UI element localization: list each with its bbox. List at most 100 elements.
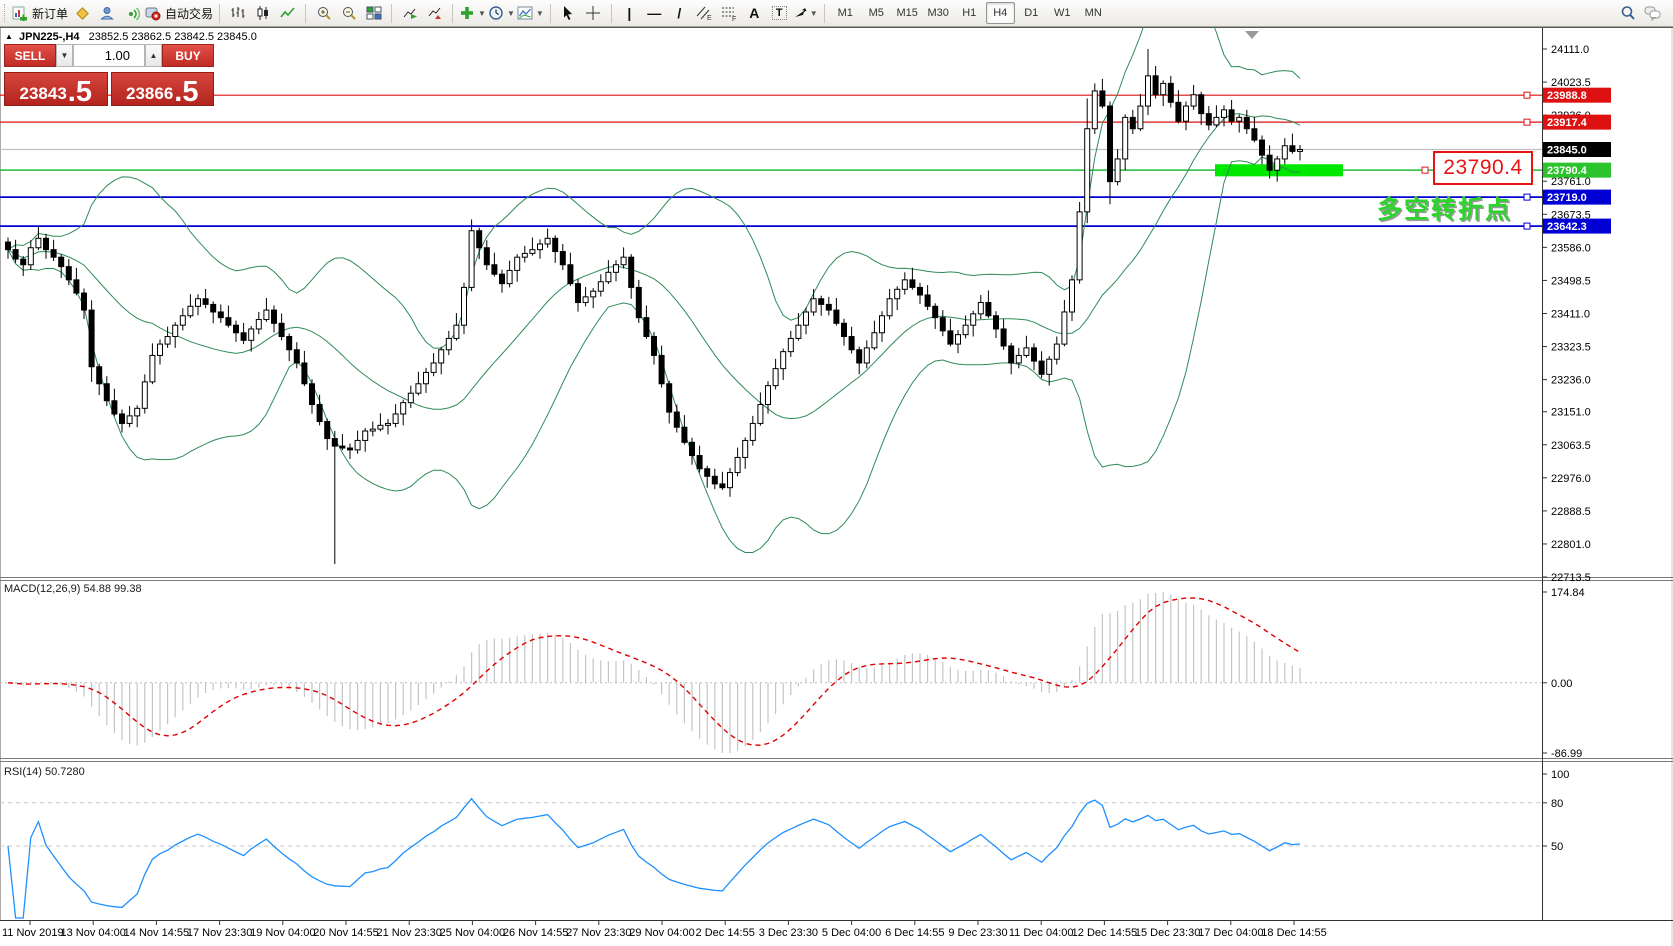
buy-price-display[interactable]: 23866 .5 [111,72,215,106]
price-badge-label: 23790.4 [1547,165,1588,177]
candlestick-chart-button[interactable] [251,2,274,24]
candle [1176,102,1181,121]
candlestick-icon [255,5,271,21]
candle [89,310,94,367]
buy-price-frac: .5 [174,81,198,104]
line-chart-button[interactable] [276,2,299,24]
sell-price-main: 23843 [20,85,67,104]
clock-icon [488,5,504,21]
svg-text:F: F [732,16,736,21]
chart-title-overlay: ▲ JPN225-,H4 23852.5 23862.5 23842.5 238… [5,31,257,43]
time-axis-label: 18 Dec 14:55 [1261,927,1326,939]
turning-point-annotation[interactable]: 多空转折点 [1377,190,1512,226]
templates-button[interactable]: ▼ [517,2,544,24]
timeframe-mn[interactable]: MN [1079,2,1108,24]
candle [218,312,223,318]
timeframe-m15[interactable]: M15 [893,2,922,24]
vertical-line-button[interactable]: | [618,2,641,24]
toolbar-separator [550,4,551,23]
candle [720,484,725,488]
candle [766,386,771,405]
auto-scroll-button[interactable] [398,2,421,24]
timeframe-m1[interactable]: M1 [831,2,860,24]
candle [1009,346,1014,363]
horizontal-line-button[interactable]: — [643,2,666,24]
annotation-anchor[interactable] [1422,167,1428,173]
signals-button[interactable] [120,2,143,24]
timeframe-m5[interactable]: M5 [862,2,891,24]
indicators-button[interactable]: ▼ [459,2,486,24]
candle [142,382,147,408]
line-anchor[interactable] [1524,92,1530,98]
price-badge-label: 23642.3 [1547,221,1587,233]
search-icon [1620,5,1636,21]
time-axis-label: 13 Nov 04:00 [60,927,125,939]
fibonacci-button[interactable]: F [718,2,741,24]
candle [446,338,451,349]
new-order-button[interactable]: 新订单 [12,2,68,24]
rsi-axis-label: 50 [1551,841,1563,853]
candle [36,238,41,247]
candle [530,250,535,254]
autotrading-button[interactable]: 自动交易 [145,2,213,24]
timeframe-d1[interactable]: D1 [1017,2,1046,24]
candle [226,318,231,326]
time-axis-label: 27 Nov 23:30 [566,927,631,939]
volume-decrease-button[interactable]: ▼ [56,44,73,67]
candle [1168,83,1173,102]
symbol-period-label: JPN225-,H4 [19,31,80,43]
candle [1054,344,1059,359]
candle [6,242,11,250]
crosshair-button[interactable] [582,2,605,24]
timeframe-h4[interactable]: H4 [986,2,1015,24]
dropdown-caret-icon: ▼ [810,9,818,18]
main-toolbar: 新订单 自动交易 [0,0,1673,27]
community-button[interactable] [95,2,118,24]
sell-button[interactable]: SELL [4,44,56,67]
candle [241,333,246,341]
sell-price-display[interactable]: 23843 .5 [4,72,108,106]
text-button[interactable]: A [743,2,766,24]
timeframe-h1[interactable]: H1 [955,2,984,24]
candle [173,325,178,336]
periods-button[interactable]: ▼ [488,2,515,24]
candle [21,259,26,265]
zoom-out-button[interactable] [337,2,360,24]
time-axis-label: 15 Dec 23:30 [1135,927,1200,939]
tile-windows-button[interactable] [362,2,385,24]
chart-surface[interactable]: 174.840.00-86.99100805024111.024023.5239… [0,0,1673,946]
timeframe-m30[interactable]: M30 [924,2,953,24]
profile-button[interactable] [70,2,93,24]
volume-input[interactable]: 1.00 [73,44,145,67]
bar-chart-button[interactable] [226,2,249,24]
candle [667,384,672,412]
text-label-button[interactable]: T [768,2,791,24]
search-button[interactable] [1616,2,1639,24]
candle [522,253,527,257]
candle [743,440,748,457]
line-anchor[interactable] [1524,194,1530,200]
cursor-button[interactable] [557,2,580,24]
collapse-triangle-icon[interactable]: ▲ [5,32,13,41]
price-annotation-box[interactable]: 23790.4 [1433,151,1533,185]
candle [1032,348,1037,361]
trendline-button[interactable]: / [668,2,691,24]
candle [104,384,109,401]
chart-shift-button[interactable] [423,2,446,24]
chat-button[interactable] [1641,2,1664,24]
line-anchor[interactable] [1524,119,1530,125]
candle [705,469,710,477]
toolbar-separator [219,4,220,23]
zoom-in-button[interactable] [312,2,335,24]
toolbar-separator [305,4,306,23]
line-anchor[interactable] [1524,223,1530,229]
candle [378,425,383,429]
candle [135,408,140,416]
timeframe-w1[interactable]: W1 [1048,2,1077,24]
arrows-button[interactable]: ▼ [793,2,818,24]
channel-button[interactable]: E [693,2,716,24]
buy-button[interactable]: BUY [162,44,214,67]
chart-shift-marker[interactable] [1245,31,1259,39]
volume-increase-button[interactable]: ▲ [145,44,162,67]
candle [864,348,869,363]
